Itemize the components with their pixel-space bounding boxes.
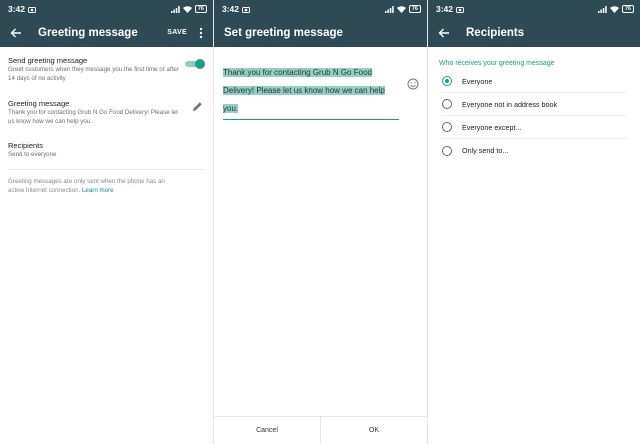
battery-icon: 76 — [194, 5, 207, 13]
text-field-underline — [223, 119, 399, 120]
option-only-send-to[interactable]: Only send to... — [442, 139, 627, 162]
status-time: 3:42 — [222, 4, 240, 14]
send-greeting-title: Send greeting message — [8, 56, 88, 65]
more-options-icon[interactable] — [197, 26, 205, 40]
radio-not-in-address-book[interactable] — [442, 99, 452, 109]
greeting-message-screen: 3:42 76 Greeting message SAVE Send greet… — [0, 0, 213, 444]
emoji-icon[interactable] — [407, 78, 419, 90]
recipients-section-label: Who receives your greeting message — [439, 60, 555, 67]
option-not-in-address-book[interactable]: Everyone not in address book — [442, 93, 627, 116]
wifi-icon — [609, 5, 619, 13]
send-greeting-subtitle: Greet customers when they message you th… — [8, 66, 179, 82]
greeting-message-title: Greeting message — [8, 99, 70, 108]
radio-everyone[interactable] — [442, 76, 452, 86]
signal-icon — [597, 5, 607, 13]
recipients-title: Recipients — [8, 141, 44, 150]
greeting-text-field[interactable]: Thank you for contacting Grub N Go Food … — [223, 62, 399, 120]
option-everyone[interactable]: Everyone — [442, 70, 627, 93]
status-bar: 3:42 76 — [428, 0, 640, 18]
pencil-icon[interactable] — [192, 101, 203, 112]
greeting-message-setting[interactable]: Greeting message Thank you for contactin… — [0, 99, 213, 126]
wifi-icon — [396, 5, 406, 13]
option-label: Everyone not in address book — [462, 99, 558, 109]
back-arrow-icon[interactable] — [436, 25, 452, 41]
page-title: Greeting message — [38, 26, 138, 39]
send-greeting-setting[interactable]: Send greeting message Greet customers wh… — [0, 56, 213, 83]
cancel-button[interactable]: Cancel — [214, 417, 320, 444]
signal-icon — [170, 5, 180, 13]
recipients-subtitle: Send to everyone — [8, 151, 57, 158]
option-everyone-except[interactable]: Everyone except... — [442, 116, 627, 139]
set-greeting-message-screen: 3:42 76 Set greeting message Thank you f… — [213, 0, 427, 444]
option-label: Only send to... — [462, 146, 509, 155]
recipients-setting[interactable]: Recipients Send to everyone — [0, 141, 213, 160]
battery-icon: 76 — [621, 5, 634, 13]
radio-only-send-to[interactable] — [442, 145, 452, 156]
recipient-options: Everyone Everyone not in address book Ev… — [428, 70, 640, 162]
camera-icon — [456, 6, 464, 13]
camera-icon — [28, 6, 36, 13]
status-bar: 3:42 76 — [214, 0, 427, 18]
app-header: 3:42 76 Greeting message SAVE — [0, 0, 213, 47]
app-header: 3:42 76 Recipients — [428, 0, 640, 47]
app-header: 3:42 76 Set greeting message — [214, 0, 427, 47]
page-title: Set greeting message — [224, 26, 343, 39]
battery-icon: 76 — [408, 5, 421, 13]
signal-icon — [384, 5, 394, 13]
page-title: Recipients — [466, 26, 525, 39]
option-label: Everyone — [462, 76, 493, 86]
wifi-icon — [182, 5, 192, 13]
greeting-message-preview: Thank you for contacting Grub N Go Food … — [8, 109, 178, 125]
camera-icon — [242, 6, 250, 13]
save-button[interactable]: SAVE — [167, 29, 187, 36]
dialog-actions: Cancel OK — [214, 416, 427, 444]
greeting-text-selected: Thank you for contacting Grub N Go Food … — [223, 68, 385, 113]
status-time: 3:42 — [436, 4, 454, 14]
learn-more-link[interactable]: Learn more — [82, 187, 114, 194]
radio-everyone-except[interactable] — [442, 122, 452, 132]
option-label: Everyone except... — [462, 122, 522, 132]
ok-button[interactable]: OK — [320, 417, 427, 444]
status-time: 3:42 — [8, 4, 26, 14]
status-bar: 3:42 76 — [0, 0, 213, 18]
send-greeting-toggle[interactable] — [185, 59, 205, 69]
recipients-screen: 3:42 76 Recipients Who receives your gre… — [427, 0, 640, 444]
divider — [8, 168, 205, 170]
back-arrow-icon[interactable] — [8, 25, 24, 41]
connection-note: Greeting messages are only sent when the… — [0, 177, 190, 195]
